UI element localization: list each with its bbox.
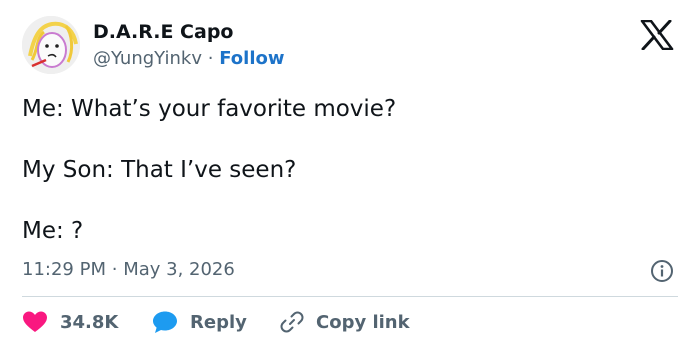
tweet-line-2: My Son: That I’ve seen? (22, 157, 297, 183)
handle-row: @YungYinkv · Follow (93, 47, 285, 71)
tweet-line-1: Me: What’s your favorite movie? (22, 96, 397, 122)
link-icon (280, 311, 304, 333)
tweet-card: D.A.R.E Capo @YungYinkv · Follow Me: Wha… (0, 0, 700, 348)
tweet-line-3: Me: ? (22, 218, 84, 244)
reply-button[interactable]: Reply (152, 307, 247, 337)
like-button[interactable]: 34.8K (22, 307, 118, 337)
copy-link-label: Copy link (316, 311, 410, 333)
divider (22, 296, 678, 297)
avatar[interactable] (22, 16, 80, 74)
meta-separator: · (111, 259, 118, 280)
display-name[interactable]: D.A.R.E Capo (93, 20, 285, 44)
handle-separator: · (207, 48, 214, 69)
heart-icon (23, 311, 47, 332)
author-block: D.A.R.E Capo @YungYinkv · Follow (93, 20, 285, 71)
likes-count: 34.8K (60, 311, 119, 333)
tweet-meta[interactable]: 11:29 PM · May 3, 2026 (22, 258, 235, 282)
info-icon[interactable] (650, 259, 674, 283)
avatar-drawing (22, 16, 80, 74)
follow-button[interactable]: Follow (219, 48, 284, 69)
x-logo-icon[interactable] (640, 19, 674, 51)
tweet-time: 11:29 PM (22, 259, 106, 280)
reply-label: Reply (190, 311, 247, 333)
reply-bubble-icon (153, 311, 177, 333)
copy-link-button[interactable]: Copy link (280, 307, 410, 337)
tweet-date: May 3, 2026 (123, 259, 235, 280)
handle[interactable]: @YungYinkv (93, 48, 202, 69)
